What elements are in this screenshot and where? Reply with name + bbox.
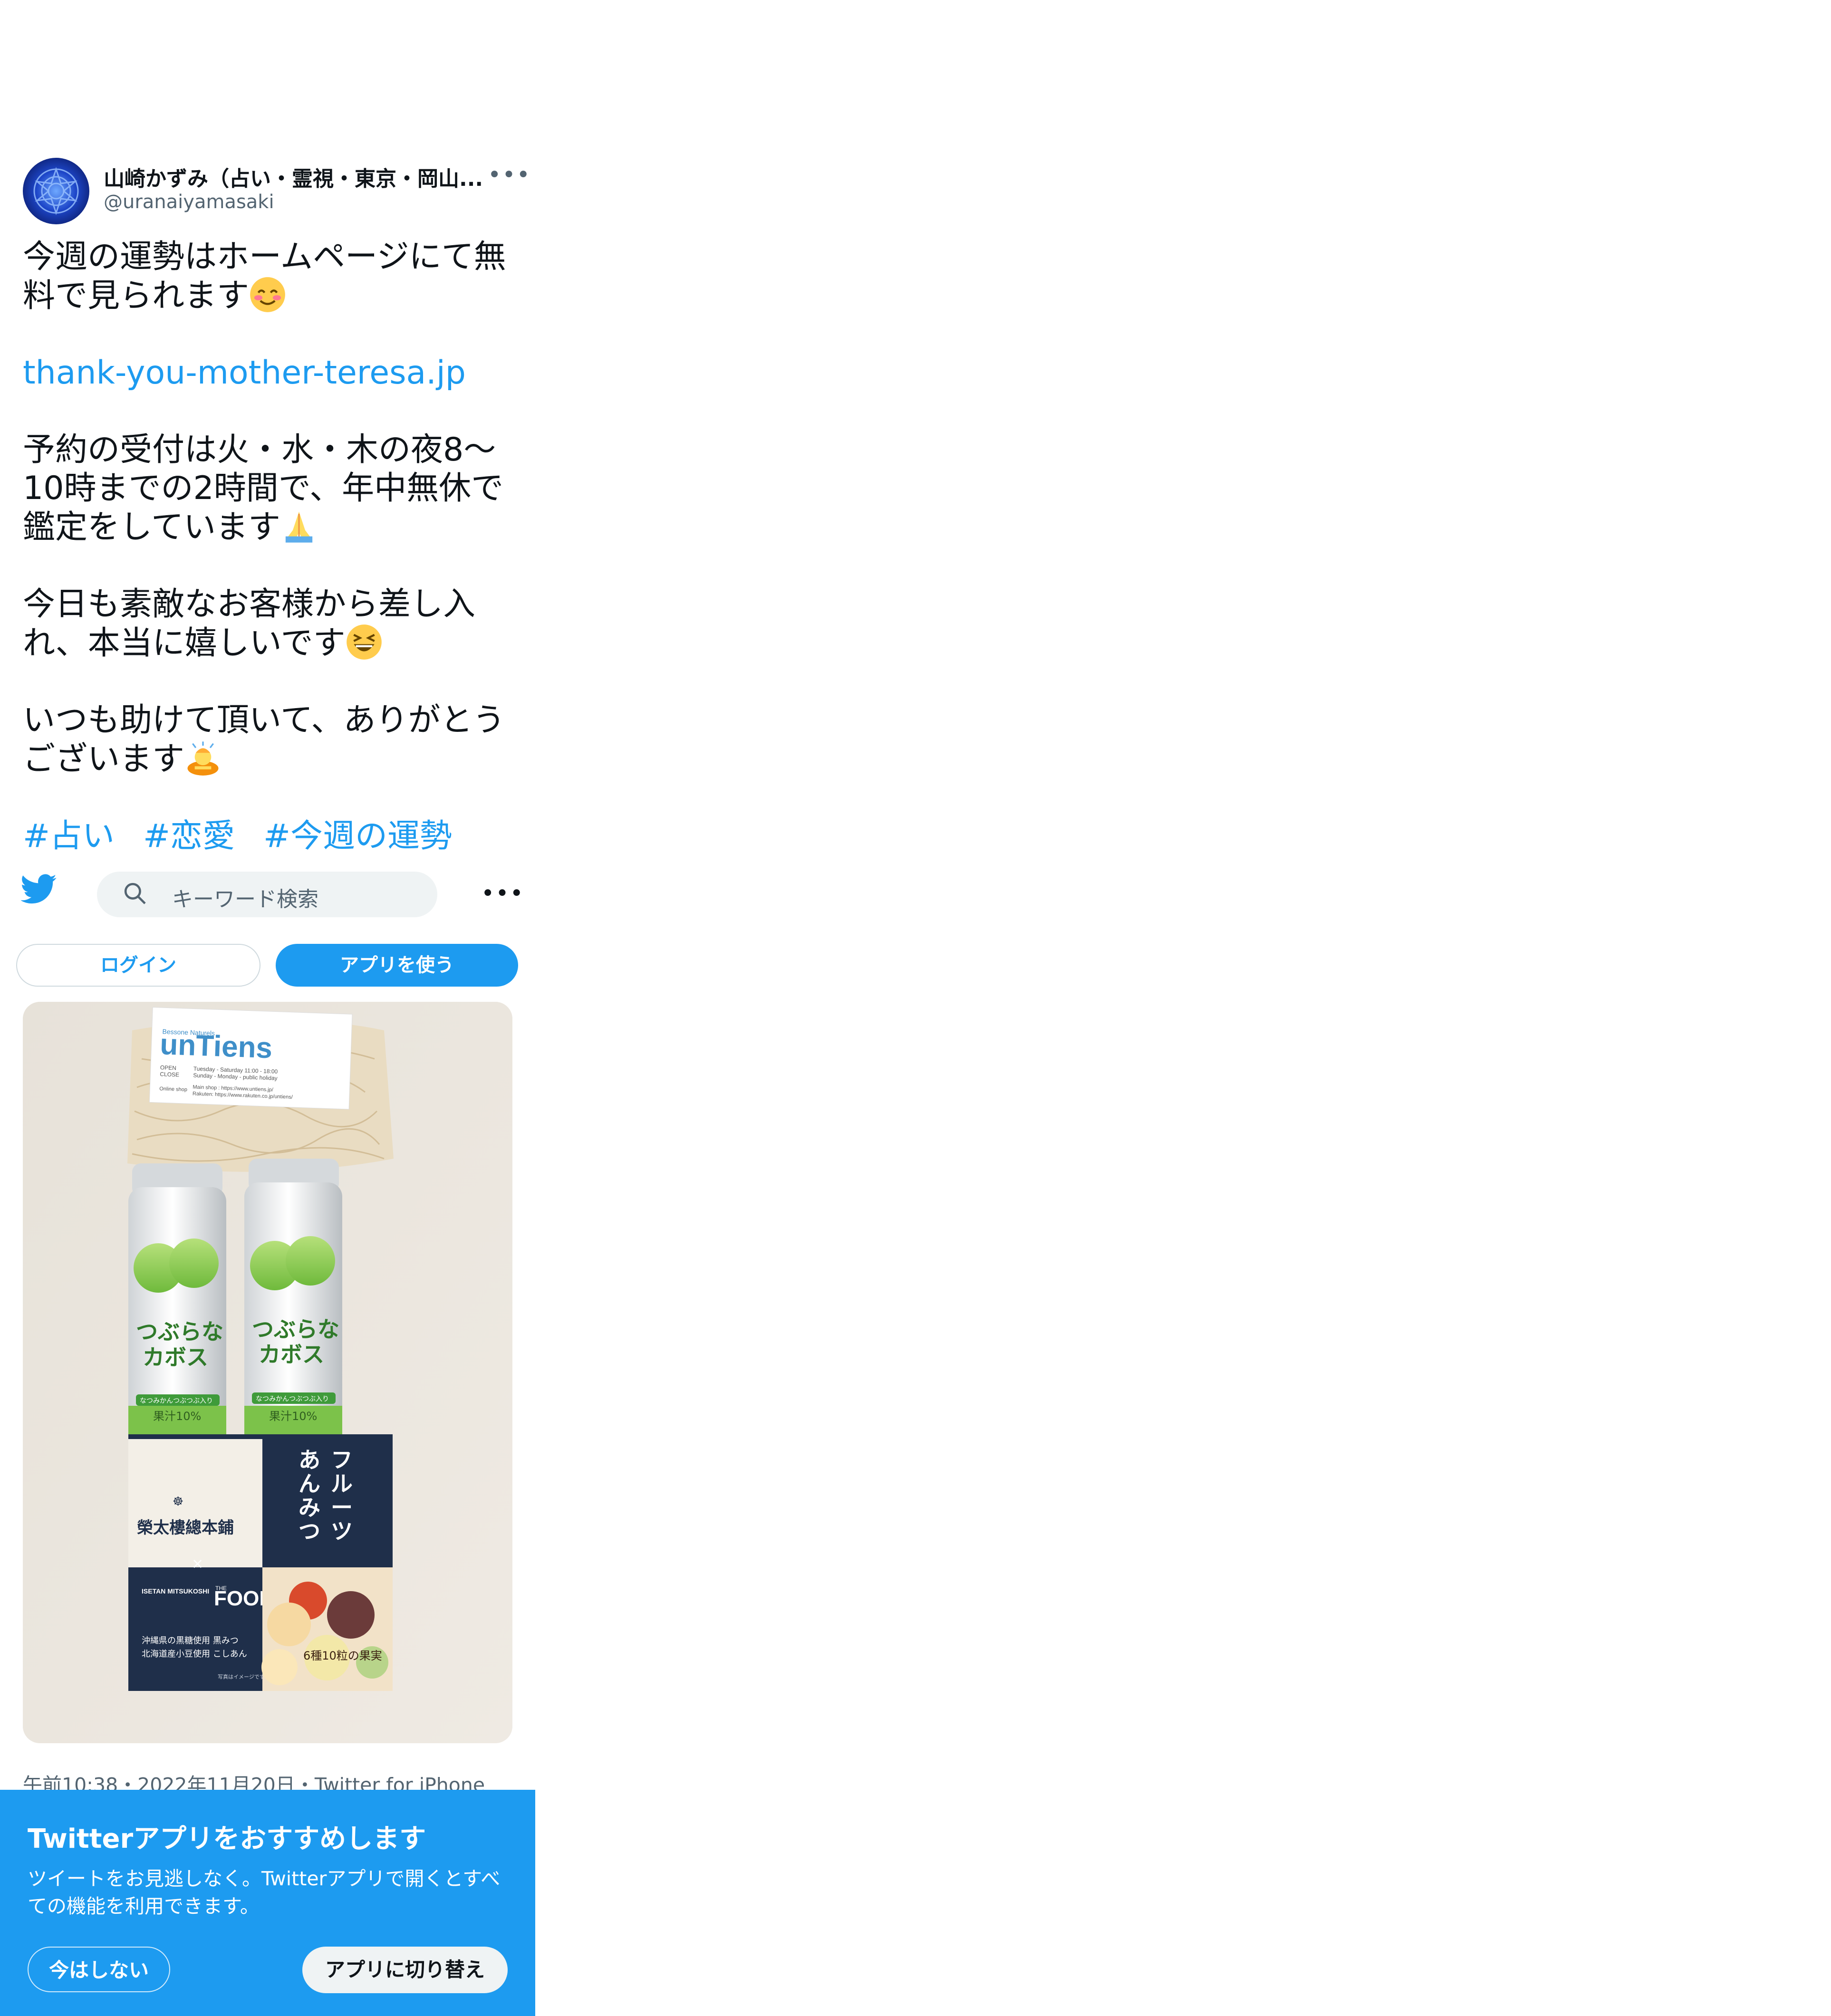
box-image-note: 写真はイメージです (218, 1673, 265, 1680)
tweet-paragraph: 予約の受付は火・水・木の夜8〜10時までの2時間で、年中無休で鑑定をしています (23, 431, 517, 547)
folded-hands-icon (285, 511, 313, 543)
login-button[interactable]: ログイン (16, 944, 260, 987)
box-maker-logo: ☸ (173, 1495, 183, 1509)
card-open-label: OPEN (160, 1064, 176, 1071)
kabosu-can-left: つぶらな カボス なつみかんつぶつぶ入り 果汁10% (128, 1163, 226, 1434)
tweet-photo[interactable]: Bessone Naturels unTiens OPEN CLOSE Tues… (23, 1002, 512, 1743)
kabosu-can-right: つぶらな カボス なつみかんつぶつぶ入り 果汁10% (244, 1159, 342, 1434)
can-name-line2: カボス (143, 1344, 208, 1370)
user-handle[interactable]: @uranaiyamasaki (104, 191, 274, 213)
can-name-line1: つぶらな (252, 1316, 339, 1342)
avatar[interactable] (23, 158, 89, 224)
can-juice-label: 果汁10% (269, 1410, 317, 1423)
can-subtitle: なつみかんつぶつぶ入り (140, 1397, 213, 1405)
switch-to-app-button[interactable]: アプリに切り替え (302, 1947, 508, 1993)
hashtag-link[interactable]: #恋愛 (143, 817, 235, 855)
tweet-line: いつも助けて頂いて、ありがとうございます (23, 701, 505, 778)
can-subtitle: なつみかんつぶつぶ入り (256, 1395, 329, 1403)
can-juice-label: 果汁10% (153, 1410, 201, 1423)
not-now-button[interactable]: 今はしない (28, 1947, 170, 1992)
tweet-paragraph: いつも助けて頂いて、ありがとうございます (23, 701, 517, 778)
person-bowing-icon (187, 741, 219, 776)
card-online-label: Online shop (159, 1086, 187, 1093)
banner-description: ツイートをお見逃しなく。Twitterアプリで開くとすべての機能を利用できます。 (28, 1867, 501, 1918)
tweet-line: 今日も素敵なお客様から差し入れ、本当に嬉しいです (23, 586, 476, 662)
search-icon (122, 880, 148, 907)
tweet-paragraph: thank-you-mother-teresa.jp (23, 354, 517, 392)
box-note1: 沖縄県の黒糖使用 黒みつ (142, 1636, 239, 1646)
tweet-paragraph: 今週の運勢はホームページにて無料で見られます (23, 238, 517, 315)
anmitsu-box: ☸ 榮太樓總本鋪 × ISETAN MITSUKOSHI THE FOOD 沖縄… (128, 1434, 393, 1691)
tweet-paragraph: 今日も素敵なお客様から差し入れ、本当に嬉しいです (23, 585, 517, 662)
hashtag-link[interactable]: #今週の運勢 (263, 817, 452, 855)
can-name-line1: つぶらな (136, 1319, 223, 1344)
can-name-line2: カボス (259, 1342, 324, 1367)
box-fruit-label: 6種10粒の果実 (303, 1649, 382, 1662)
use-app-button[interactable]: アプリを使う (276, 944, 518, 987)
hashtag-row: #占い #恋愛 #今週の運勢 (23, 817, 517, 855)
tweet-link[interactable]: thank-you-mother-teresa.jp (23, 354, 466, 392)
tweet-line: 予約の受付は火・水・木の夜8〜10時までの2時間で、年中無休で鑑定をしています (23, 431, 504, 546)
twitter-bird-icon[interactable] (20, 874, 57, 905)
box-isetan: ISETAN MITSUKOSHI (142, 1587, 209, 1595)
box-maker: 榮太樓總本鋪 (137, 1518, 234, 1537)
more-horizontal-icon[interactable]: ••• (488, 162, 531, 188)
search-placeholder[interactable]: キーワード検索 (172, 882, 318, 912)
display-name[interactable]: 山崎かずみ（占い・霊視・東京・岡山... (104, 162, 483, 192)
box-note2: 北海道産小豆使用 こしあん (142, 1649, 247, 1659)
tweet-text: 今週の運勢はホームページにて無料で見られます thank-you-mother-… (23, 238, 517, 894)
card-brand: unTiens (159, 1028, 273, 1065)
hashtag-link[interactable]: #占い (23, 817, 115, 855)
smiling-face-icon (250, 277, 285, 312)
grinning-squinting-face-icon (346, 624, 382, 660)
more-options-icon[interactable]: ••• (481, 880, 524, 907)
card-close-label: CLOSE (160, 1071, 179, 1078)
banner-title: Twitterアプリをおすすめします (28, 1824, 426, 1854)
box-cross: × (192, 1555, 203, 1572)
